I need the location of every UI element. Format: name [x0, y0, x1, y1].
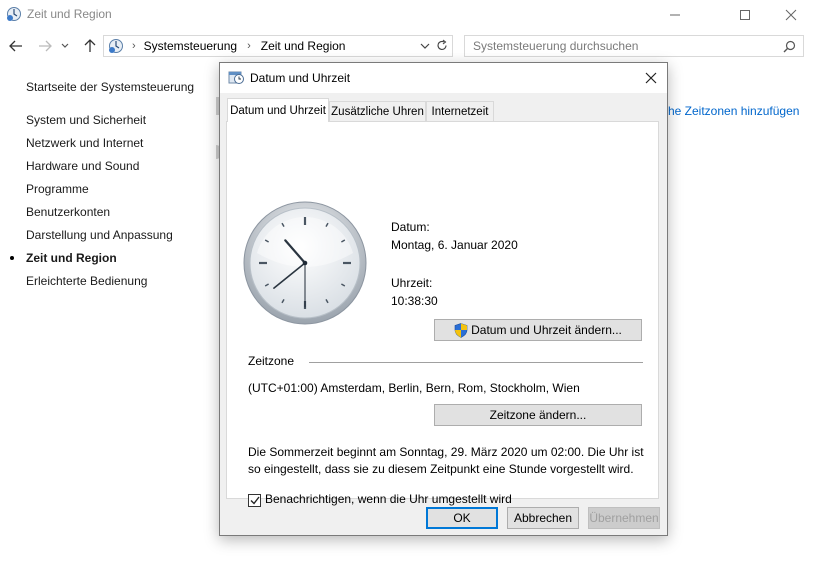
date-value: Montag, 6. Januar 2020	[391, 238, 518, 252]
refresh-icon[interactable]	[436, 39, 448, 55]
search-icon[interactable]	[783, 40, 796, 56]
sidebar-item-zeit-region[interactable]: Zeit und Region	[26, 251, 117, 265]
notify-checkbox-label[interactable]: Benachrichtigen, wenn die Uhr umgestellt…	[265, 492, 512, 506]
cancel-button[interactable]: Abbrechen	[507, 507, 579, 529]
current-item-bullet	[10, 256, 14, 260]
dialog-close-button[interactable]	[639, 67, 663, 89]
time-label: Uhrzeit:	[391, 276, 433, 290]
close-button[interactable]	[768, 0, 813, 30]
timezone-heading: Zeitzone	[248, 354, 295, 368]
sidebar-item-darstellung-anpassung[interactable]: Darstellung und Anpassung	[26, 228, 173, 242]
dst-info-line-2: so eingestellt, dass sie zu diesem Zeitp…	[248, 462, 634, 476]
search-input[interactable]	[465, 36, 765, 56]
tab-panel: Datum: Montag, 6. Januar 2020 Uhrzeit: 1…	[226, 121, 659, 507]
add-timezones-link[interactable]: he Zeitzonen hinzufügen	[668, 104, 799, 118]
date-label: Datum:	[391, 220, 430, 234]
dst-info-line-1: Die Sommerzeit beginnt am Sonntag, 29. M…	[248, 445, 644, 459]
maximize-button[interactable]	[722, 0, 768, 30]
window-title: Zeit und Region	[27, 7, 112, 21]
date-time-dialog: Datum und Uhrzeit Datum und Uhrzeit Zusä…	[219, 62, 668, 536]
change-date-time-label: Datum und Uhrzeit ändern...	[471, 323, 622, 337]
sidebar-item-hardware-sound[interactable]: Hardware und Sound	[26, 159, 139, 173]
ok-button[interactable]: OK	[426, 507, 498, 529]
dialog-title: Datum und Uhrzeit	[250, 71, 351, 85]
sidebar-item-netzwerk-internet[interactable]: Netzwerk und Internet	[26, 136, 143, 150]
recent-locations-button[interactable]	[58, 36, 72, 56]
address-bar[interactable]: › Systemsteuerung › Zeit und Region	[103, 35, 453, 57]
timezone-value: (UTC+01:00) Amsterdam, Berlin, Bern, Rom…	[248, 381, 580, 395]
date-time-icon	[228, 69, 244, 85]
notify-checkbox[interactable]	[248, 494, 261, 507]
chevron-down-icon[interactable]	[420, 40, 430, 54]
sidebar-item-benutzerkonten[interactable]: Benutzerkonten	[26, 205, 110, 219]
breadcrumb-zeit-und-region[interactable]: Zeit und Region	[261, 39, 346, 53]
chevron-right-icon: ›	[132, 40, 136, 52]
sidebar-item-erleichterte-bedienung[interactable]: Erleichterte Bedienung	[26, 274, 147, 288]
change-date-time-button[interactable]: Datum und Uhrzeit ändern...	[434, 319, 642, 341]
control-panel-icon	[6, 6, 22, 22]
dialog-title-bar: Datum und Uhrzeit	[220, 63, 667, 93]
tab-internetzeit[interactable]: Internetzeit	[426, 101, 494, 121]
sidebar-item-programme[interactable]: Programme	[26, 182, 89, 196]
back-button[interactable]	[5, 36, 27, 56]
analog-clock	[243, 201, 367, 325]
minimize-button[interactable]	[652, 0, 698, 30]
time-value: 10:38:30	[391, 294, 438, 308]
control-panel-icon	[108, 38, 124, 54]
chevron-right-icon: ›	[247, 40, 251, 52]
shield-icon	[454, 322, 468, 338]
forward-button[interactable]	[34, 36, 56, 56]
tab-datum-uhrzeit[interactable]: Datum und Uhrzeit	[227, 98, 329, 122]
window-title-bar: Zeit und Region	[0, 0, 813, 30]
sidebar-home-link[interactable]: Startseite der Systemsteuerung	[26, 80, 194, 94]
search-field[interactable]	[464, 35, 804, 57]
tab-zusaetzliche-uhren[interactable]: Zusätzliche Uhren	[329, 101, 426, 121]
breadcrumb-systemsteuerung[interactable]: Systemsteuerung	[144, 39, 237, 53]
sidebar-item-system-sicherheit[interactable]: System und Sicherheit	[26, 113, 146, 127]
up-button[interactable]	[79, 36, 101, 56]
apply-button[interactable]: Übernehmen	[588, 507, 660, 529]
timezone-separator	[309, 362, 643, 363]
change-timezone-button[interactable]: Zeitzone ändern...	[434, 404, 642, 426]
